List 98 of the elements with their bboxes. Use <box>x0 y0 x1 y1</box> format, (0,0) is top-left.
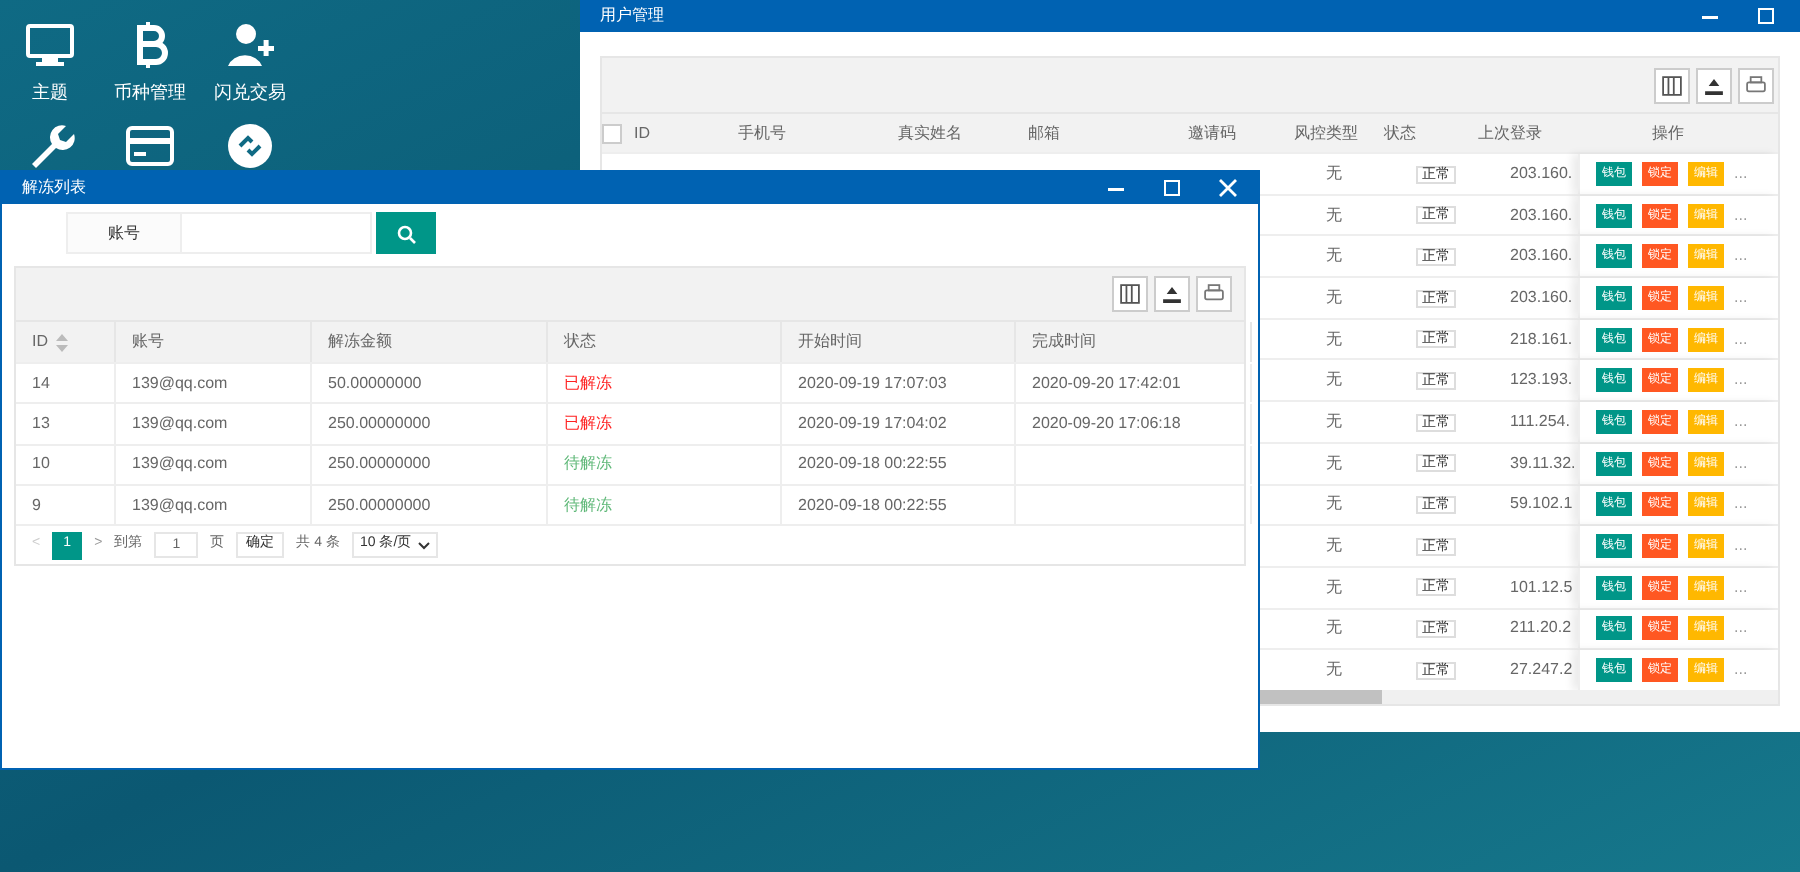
more-button[interactable]: ... <box>1734 244 1748 269</box>
desktop-icon-label[interactable]: 主题 <box>32 80 68 107</box>
search-icon <box>396 223 416 243</box>
print-icon[interactable] <box>1196 276 1232 312</box>
table-cell-text: 无 <box>1324 616 1344 641</box>
table-cell-text: 无 <box>1324 451 1344 476</box>
table-cell: 250.00000000 <box>328 411 431 436</box>
column-header: ID <box>32 330 48 354</box>
table-cell-text: 无 <box>1324 244 1344 269</box>
table-cell: 203.160. <box>1510 163 1573 182</box>
table-cell: 27.247.2 <box>1510 660 1573 679</box>
column-header: 手机号 <box>736 121 788 145</box>
table-cell: 2020-09-18 00:22:55 <box>798 452 947 477</box>
columns-icon[interactable] <box>1112 276 1148 312</box>
status-text: 待解冻 <box>564 493 612 518</box>
close-icon[interactable] <box>1218 178 1238 198</box>
column-header: 完成时间 <box>1032 330 1096 354</box>
column-header: 风控类型 <box>1292 121 1360 145</box>
search-button[interactable] <box>376 212 436 254</box>
table-cell: 139@qq.com <box>132 371 228 396</box>
monitor-icon[interactable] <box>24 20 76 72</box>
status-text: 已解冻 <box>564 411 612 436</box>
more-button[interactable]: ... <box>1734 161 1748 186</box>
more-button[interactable]: ... <box>1734 658 1748 683</box>
table-cell: 59.102.1 <box>1510 494 1573 513</box>
table-cell: 139@qq.com <box>132 452 228 477</box>
user-plus-icon[interactable] <box>224 20 276 72</box>
table-cell: 10 <box>32 452 50 477</box>
column-header: ID <box>632 121 652 145</box>
desktop-icon-label[interactable]: 币种管理 <box>114 80 186 107</box>
table-cell: 2020-09-19 17:07:03 <box>798 371 947 396</box>
table-cell: 250.00000000 <box>328 452 431 477</box>
table-cell: 2020-09-19 17:04:02 <box>798 411 947 436</box>
table-cell: 2020-09-18 00:22:55 <box>798 493 947 518</box>
status-text: 已解冻 <box>564 371 612 396</box>
link-icon[interactable] <box>224 120 276 172</box>
desktop-icon-label[interactable]: 闪兑交易 <box>214 80 286 107</box>
table-cell: 111.254. <box>1510 411 1570 430</box>
column-header: 邮箱 <box>1026 121 1062 145</box>
table-cell: 2020-09-20 17:42:01 <box>1032 371 1181 396</box>
export-icon[interactable] <box>1154 276 1190 312</box>
column-header: 上次登录 <box>1476 121 1544 145</box>
table-cell: 203.160. <box>1510 246 1573 265</box>
column-header: 操作 <box>1650 121 1686 145</box>
chevron-down-icon <box>417 541 430 550</box>
table-cell-text: 无 <box>1324 327 1344 352</box>
window-title: 解冻列表 <box>22 176 88 200</box>
more-button[interactable]: ... <box>1734 409 1748 434</box>
table-cell: 218.161. <box>1510 329 1573 348</box>
column-header: 账号 <box>132 330 164 354</box>
table-cell-text: 无 <box>1324 492 1344 517</box>
table-cell-text: 无 <box>1324 534 1344 559</box>
maximize-icon[interactable] <box>1756 6 1776 26</box>
more-button[interactable]: ... <box>1734 616 1748 641</box>
table-cell: 250.00000000 <box>328 493 431 518</box>
table-cell: 50.00000000 <box>328 371 422 396</box>
table-cell-text: 无 <box>1324 161 1344 186</box>
more-button[interactable]: ... <box>1734 285 1748 310</box>
column-header: 解冻金额 <box>328 330 392 354</box>
status-text: 待解冻 <box>564 452 612 477</box>
maximize-icon[interactable] <box>1162 178 1182 198</box>
card-icon[interactable] <box>124 120 176 172</box>
table-cell-text: 无 <box>1324 658 1344 683</box>
table-cell: 13 <box>32 411 50 436</box>
table-cell: 203.160. <box>1510 287 1573 306</box>
more-button[interactable]: ... <box>1734 368 1748 393</box>
table-cell: 203.160. <box>1510 205 1573 224</box>
more-button[interactable]: ... <box>1734 492 1748 517</box>
table-cell-text: 无 <box>1324 285 1344 310</box>
checkbox[interactable] <box>602 123 622 143</box>
more-button[interactable]: ... <box>1734 451 1748 476</box>
column-header: 邀请码 <box>1186 121 1238 145</box>
column-header: 状态 <box>1382 121 1418 145</box>
table-cell: 211.20.2 <box>1510 618 1572 637</box>
more-button[interactable]: ... <box>1734 575 1748 600</box>
window-title: 用户管理 <box>600 4 666 28</box>
table-cell: 39.11.32. <box>1510 453 1576 472</box>
table-cell-text: 无 <box>1324 368 1344 393</box>
table-cell: 14 <box>32 371 50 396</box>
table-cell-text: 无 <box>1324 409 1344 434</box>
table-cell: 2020-09-20 17:06:18 <box>1032 411 1181 436</box>
table-cell: 139@qq.com <box>132 493 228 518</box>
table-cell: 101.12.5 <box>1510 577 1573 596</box>
column-header: 开始时间 <box>798 330 862 354</box>
field-label: 账号 <box>66 212 182 254</box>
column-header: 真实姓名 <box>896 121 964 145</box>
column-header: 状态 <box>564 330 596 354</box>
table-cell: 9 <box>32 493 41 518</box>
more-button[interactable]: ... <box>1734 534 1748 559</box>
table-cell: 139@qq.com <box>132 411 228 436</box>
more-button[interactable]: ... <box>1734 203 1748 228</box>
table-cell-text: 无 <box>1324 203 1344 228</box>
more-button[interactable]: ... <box>1734 327 1748 352</box>
columns-icon[interactable] <box>1654 67 1690 103</box>
export-icon[interactable] <box>1696 67 1732 103</box>
table-cell: 123.193. <box>1510 370 1573 389</box>
print-icon[interactable] <box>1738 67 1774 103</box>
table-cell-text: 无 <box>1324 575 1344 600</box>
